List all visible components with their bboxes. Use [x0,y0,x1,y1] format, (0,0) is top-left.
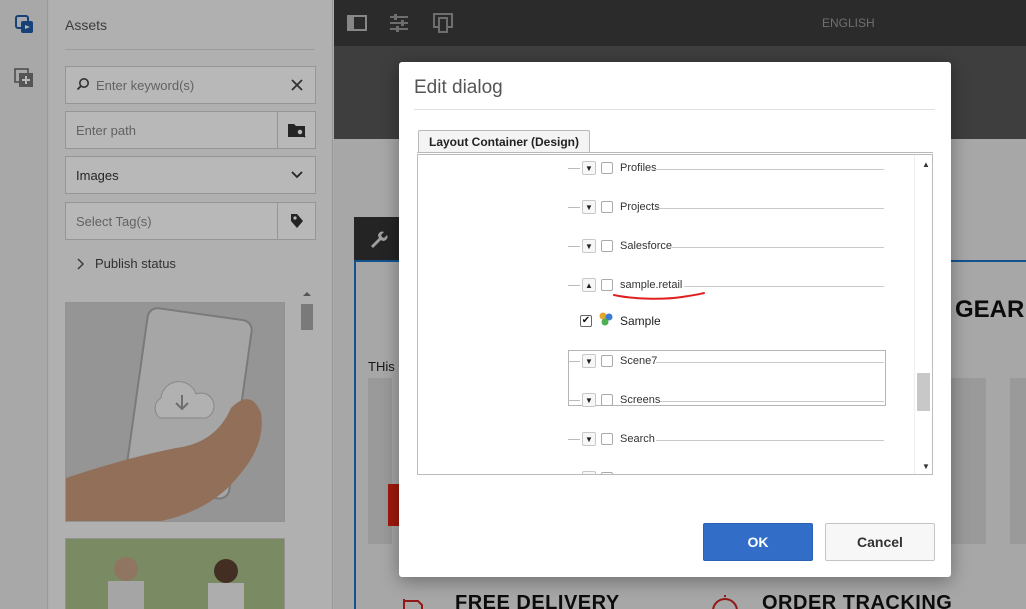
dialog-title: Edit dialog [414,77,503,98]
tree-item-projects[interactable]: ▼ Projects [568,198,660,216]
scrollbar-thumb[interactable] [917,373,930,411]
tree-item-label: Profiles [620,162,657,174]
tab-layout-container-design[interactable]: Layout Container (Design) [418,130,591,153]
edit-dialog: Edit dialog Layout Container (Design) ▼ … [399,62,951,577]
tree-item-label: Screens [620,394,661,406]
expand-toggle-icon[interactable]: ▼ [582,432,596,446]
scroll-up-icon[interactable]: ▲ [922,160,930,169]
tree-scrollbar[interactable] [914,155,932,474]
divider [414,109,935,110]
checkbox[interactable] [601,162,613,174]
expand-toggle-icon[interactable]: ▼ [582,393,596,407]
tree-item-search[interactable]: ▼ Search [568,430,655,448]
tree-item-scene7[interactable]: ▼ Scene7 [568,352,657,370]
expand-toggle-icon[interactable] [582,471,596,474]
expand-toggle-icon[interactable]: ▼ [582,354,596,368]
annotation-underline [613,292,705,300]
expand-toggle-icon[interactable]: ▼ [582,161,596,175]
checked-checkbox[interactable]: ✔ [580,314,592,327]
tree-item-screens[interactable]: ▼ Screens [568,391,660,409]
checkbox[interactable] [601,201,613,213]
tree-child-sample[interactable]: ✔ Sample [580,311,661,330]
divider [417,152,933,153]
tree-item-label: Search [620,433,655,445]
cancel-button[interactable]: Cancel [825,523,935,561]
checkbox[interactable] [601,240,613,252]
tree-item-label: Salesforce [620,240,672,252]
tree-item-label: Scene7 [620,355,658,367]
tree-item-label: Projects [620,201,660,213]
cloud-config-tree: ▼ Profiles ▼ Projects ▼ Salesforce ▲ sam… [417,154,933,475]
tree-item-salesforce[interactable]: ▼ Salesforce [568,237,672,255]
ok-button[interactable]: OK [703,523,813,561]
checkbox[interactable] [601,394,613,406]
config-icon [598,311,614,330]
tree-item-partial[interactable] [568,469,613,474]
tree-item-profiles[interactable]: ▼ Profiles [568,159,657,177]
checkbox[interactable] [601,472,613,474]
scroll-down-icon[interactable]: ▼ [922,462,930,471]
checkbox[interactable] [601,355,613,367]
checkbox[interactable] [601,433,613,445]
expand-toggle-icon[interactable]: ▼ [582,200,596,214]
expand-toggle-icon[interactable]: ▼ [582,239,596,253]
collapse-toggle-icon[interactable]: ▲ [582,278,596,292]
tree-child-label: Sample [620,313,661,328]
